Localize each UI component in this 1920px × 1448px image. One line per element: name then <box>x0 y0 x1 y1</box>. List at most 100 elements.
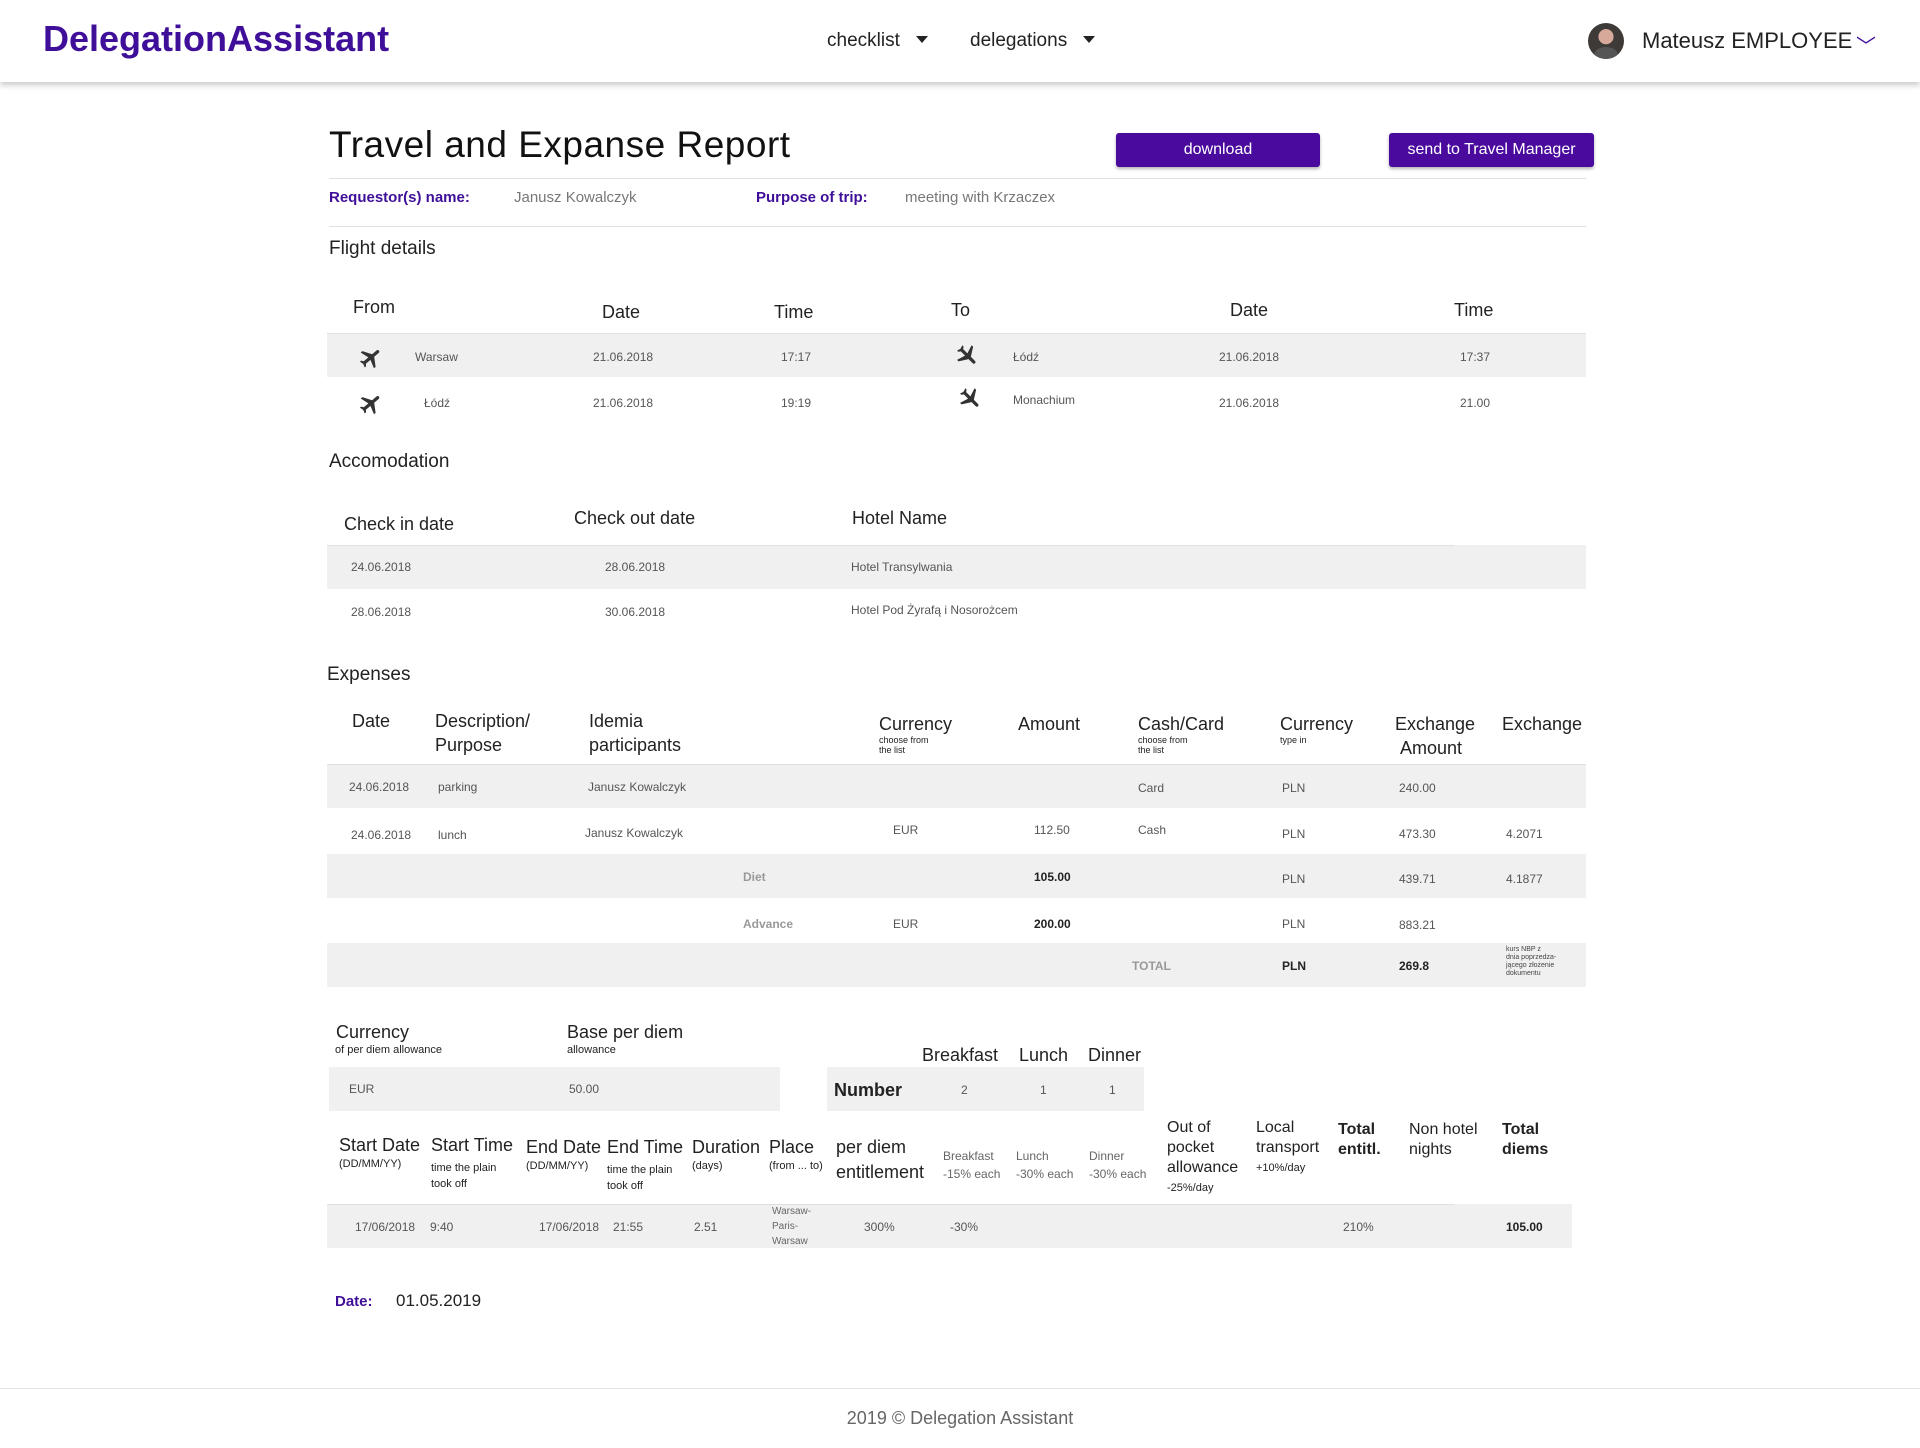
exp-header-currency: Currency <box>879 714 953 734</box>
accom-checkin: 24.06.2018 <box>351 560 412 574</box>
accom-checkin: 28.06.2018 <box>351 605 412 619</box>
diems-header-start-time: Start Time <box>431 1135 514 1155</box>
exp-cashcard: Card <box>1138 781 1165 795</box>
sub-line: nights <box>1409 1141 1452 1158</box>
top-navbar: DelegationAssistant checklist delegation… <box>0 0 1920 82</box>
accom-header-checkout: Check out date <box>574 508 696 528</box>
accom-hotel: Hotel Transylwania <box>851 560 953 574</box>
exp-date: 24.06.2018 <box>349 780 410 794</box>
divider <box>327 333 1586 334</box>
accom-checkout: 30.06.2018 <box>605 605 666 619</box>
purpose-value: meeting with Krzaczex <box>905 189 1056 206</box>
sub-line: Total <box>1338 1121 1376 1138</box>
flight-header-date: Date <box>1230 300 1269 320</box>
diet-label: Diet <box>743 870 766 884</box>
exp-date: 24.06.2018 <box>351 828 412 842</box>
perdiem-base-sub: allowance <box>567 1044 616 1056</box>
user-name[interactable]: Mateusz EMPLOYEE <box>1642 28 1852 54</box>
sub-line: Out of <box>1167 1119 1211 1136</box>
advance-exch-amount: 883.21 <box>1399 918 1436 932</box>
sub-line: Paris- <box>772 1221 799 1232</box>
diems-header-total-diems: Total diems <box>1502 1120 1548 1160</box>
exp-participants: Janusz Kowalczyk <box>588 780 687 794</box>
download-button[interactable]: download <box>1116 133 1320 167</box>
flight-header-time: Time <box>1454 300 1494 320</box>
exp-cashcard: Cash <box>1138 823 1167 837</box>
perdiem-base: 50.00 <box>569 1082 600 1096</box>
report-date-value: 01.05.2019 <box>396 1291 482 1310</box>
sub-line: transport <box>1256 1139 1320 1156</box>
sub-line: -25%/day <box>1167 1182 1214 1194</box>
accom-hotel: Hotel Pod Żyrafą i Nosorożcem <box>851 603 1018 617</box>
divider <box>327 764 1586 765</box>
exp-currency2: PLN <box>1282 827 1306 841</box>
accom-header-hotel: Hotel Name <box>852 508 948 528</box>
total-note-line: kurs NBP z <box>1506 946 1541 953</box>
footer-text: 2019 © Delegation Assistant <box>846 1408 1074 1428</box>
requestor-label: Requestor(s) name: <box>329 189 470 206</box>
flight-time: 19:19 <box>781 396 812 410</box>
sub-line: Dinner <box>1089 1149 1125 1163</box>
diems-breakfast: -30% <box>950 1220 979 1234</box>
diems-header-end-time-sub: time the plain took off <box>607 1162 672 1194</box>
sub-line: Warsaw- <box>772 1206 812 1217</box>
exp-exch-amount: 240.00 <box>1399 781 1436 795</box>
accom-checkout: 28.06.2018 <box>605 560 666 574</box>
exp-header-currency-sub-2: the list <box>879 745 906 755</box>
total-row <box>327 943 1586 987</box>
meals-breakfast: 2 <box>961 1083 968 1097</box>
exp-header-currency-sub: choose from <box>879 735 929 745</box>
page-title: Travel and Expanse Report <box>329 124 791 165</box>
diems-header-start-date-sub: (DD/MM/YY) <box>339 1158 402 1170</box>
total-note-line: dnia poprzedza- <box>1506 954 1557 961</box>
exp-header-currency2-sub: type in <box>1280 735 1307 745</box>
perdiem-currency-label: Currency <box>336 1022 410 1042</box>
exp-header-currency2: Currency <box>1280 714 1354 734</box>
meals-header-dinner: Dinner <box>1088 1045 1142 1065</box>
diems-header-entitlement: per diem <box>836 1137 907 1157</box>
exp-desc: parking <box>438 780 478 794</box>
plane-departure-icon <box>359 350 380 369</box>
send-to-travel-manager-button[interactable]: send to Travel Manager <box>1389 133 1594 167</box>
nav-checklist[interactable]: checklist <box>827 30 928 52</box>
sub-line: pocket <box>1167 1139 1215 1156</box>
diems-start-date: 17/06/2018 <box>355 1220 416 1234</box>
diems-header-entitlement-2: entitlement <box>836 1162 925 1182</box>
exp-header-cashcard-sub-2: the list <box>1138 745 1165 755</box>
sub-line: Lunch <box>1016 1149 1049 1163</box>
diet-exchange: 4.1877 <box>1506 872 1543 886</box>
accom-header-checkin: Check in date <box>344 514 455 534</box>
diems-header-total-entitl: Total entitl. <box>1338 1120 1381 1160</box>
diems-header-end-time: End Time <box>607 1137 684 1157</box>
diems-header-oop: Out of pocket allowance -25%/day <box>1167 1118 1238 1198</box>
diems-start-time: 9:40 <box>430 1220 454 1234</box>
sub-line: -30% each <box>1089 1167 1147 1181</box>
sub-line: Breakfast <box>943 1149 994 1163</box>
divider <box>327 1204 1454 1205</box>
flight-to: Łódź <box>1013 350 1040 364</box>
diet-exch-amount: 439.71 <box>1399 872 1436 886</box>
sub-line: Local <box>1256 1119 1295 1136</box>
exp-amount: 112.50 <box>1034 823 1070 837</box>
nav-checklist-label: checklist <box>827 30 900 51</box>
exp-header-desc-2: Purpose <box>435 735 503 755</box>
meals-dinner: 1 <box>1109 1083 1116 1097</box>
sub-line: -15% each <box>943 1167 1001 1181</box>
perdiem-base-label: Base per diem <box>567 1022 684 1042</box>
app-logo[interactable]: DelegationAssistant <box>43 18 389 60</box>
avatar[interactable] <box>1588 23 1624 59</box>
diems-header-local: Local transport +10%/day <box>1256 1118 1319 1178</box>
diems-header-duration: Duration <box>692 1137 761 1157</box>
diems-header-start-time-sub: time the plain took off <box>431 1160 496 1192</box>
sub-line: time the plain <box>431 1162 497 1174</box>
diems-header-place-sub: (from ... to) <box>769 1160 823 1172</box>
sub-line: allowance <box>1167 1159 1239 1176</box>
nav-delegations[interactable]: delegations <box>970 30 1096 52</box>
flight-header-to: To <box>951 300 971 320</box>
sub-line: +10%/day <box>1256 1162 1306 1174</box>
flight-date: 21.06.2018 <box>1219 350 1280 364</box>
exp-header-exchange: Exchange <box>1502 714 1583 734</box>
chevron-down-icon[interactable]: ﹀ <box>1856 30 1876 59</box>
expenses-section-title: Expenses <box>327 664 411 685</box>
accommodation-section-title: Accomodation <box>329 451 450 472</box>
